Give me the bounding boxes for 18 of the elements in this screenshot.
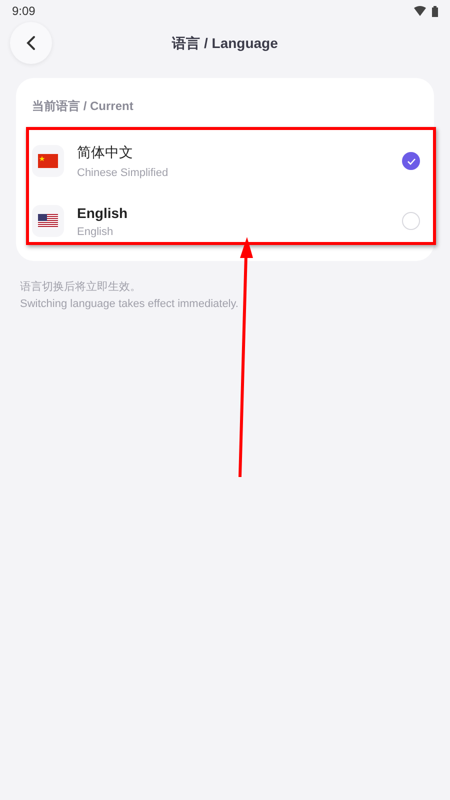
- language-subtitle: Chinese Simplified: [77, 166, 170, 178]
- flag-icon: [38, 214, 58, 228]
- section-title: 当前语言 / Current: [32, 98, 134, 115]
- language-name[interactable]: 简体中文: [77, 144, 402, 162]
- check-icon: [406, 158, 416, 164]
- radio-button[interactable]: [402, 212, 420, 230]
- language-name[interactable]: English: [77, 204, 402, 220]
- back-button[interactable]: [10, 22, 52, 64]
- page-title: 语言 / Language: [172, 35, 278, 53]
- battery-icon: [432, 6, 438, 16]
- language-subtitle: English: [77, 226, 114, 238]
- status-time: 9:09: [12, 4, 36, 18]
- note-text: 语言切换后将立即生效。: [20, 280, 142, 294]
- wifi-icon: [414, 6, 426, 16]
- radio-button[interactable]: [402, 152, 420, 170]
- back-icon: [26, 35, 36, 51]
- note-text: Switching language takes effect immediately.: [20, 298, 240, 310]
- flag-icon: [38, 154, 58, 168]
